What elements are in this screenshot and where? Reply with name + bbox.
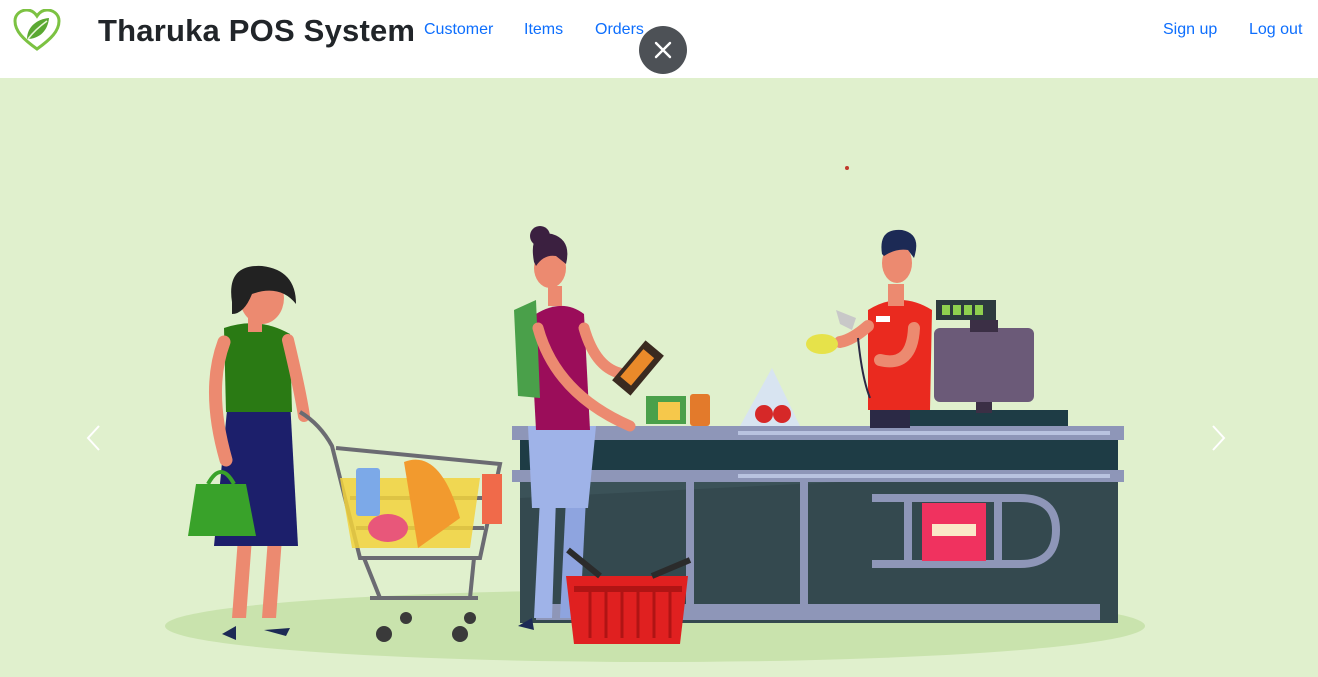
- supermarket-checkout-illustration: [165, 166, 1145, 662]
- nav-link-items[interactable]: Items: [524, 21, 563, 39]
- close-icon[interactable]: [639, 26, 687, 74]
- chevron-right-icon[interactable]: [1204, 418, 1234, 458]
- leaf-heart-icon[interactable]: [13, 8, 61, 51]
- nav-link-sign-up[interactable]: Sign up: [1163, 21, 1217, 39]
- hero-carousel: [0, 78, 1318, 677]
- brand-title[interactable]: Tharuka POS System: [98, 13, 415, 49]
- nav-link-log-out[interactable]: Log out: [1249, 21, 1302, 39]
- chevron-left-icon[interactable]: [78, 418, 108, 458]
- nav-link-orders[interactable]: Orders: [595, 21, 644, 39]
- nav-link-customer[interactable]: Customer: [424, 21, 493, 39]
